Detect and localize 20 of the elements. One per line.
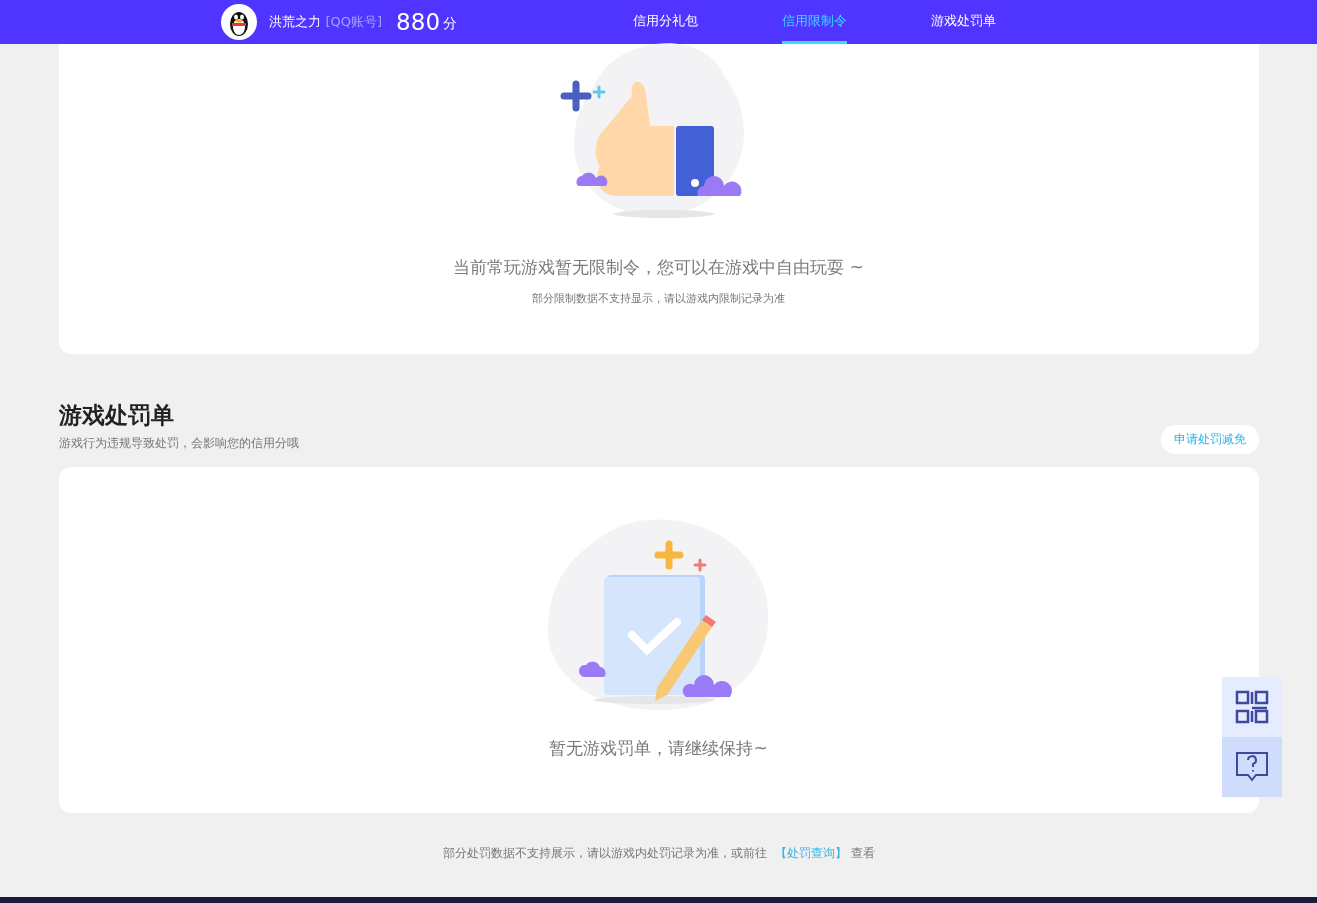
- data-note: 部分限制数据不支持显示，请以游戏内限制记录为准: [532, 291, 785, 306]
- help-speech-bubble-icon: [1235, 751, 1269, 783]
- account-type: [QQ账号]: [325, 13, 383, 31]
- section-subtitle: 游戏行为违规导致处罚，会影响您的信用分哦: [58, 435, 299, 452]
- penguin-avatar-icon: [220, 4, 257, 40]
- nav-tab[interactable]: 游戏处罚单: [931, 0, 996, 44]
- user-name: 洪荒之力: [268, 13, 321, 31]
- footer-note-end: 查看: [850, 845, 875, 862]
- qr-code-icon: [1235, 690, 1269, 724]
- empty-state-message: 暂无游戏罚单，请继续保持~: [549, 737, 768, 760]
- qr-code-button[interactable]: [1222, 677, 1282, 737]
- credit-score: 880: [396, 9, 440, 35]
- penalty-query-link[interactable]: 【处罚查询】: [774, 845, 847, 862]
- help-button[interactable]: [1222, 737, 1282, 797]
- nav-tab[interactable]: 信用分礼包: [633, 0, 698, 44]
- section-title: 游戏处罚单: [58, 401, 175, 430]
- score-unit: 分: [443, 15, 457, 33]
- appeal-button[interactable]: 申请处罚减免: [1160, 425, 1259, 454]
- footer-note: 部分处罚数据不支持展示，请以游戏内处罚记录为准，或前往: [442, 845, 767, 862]
- empty-state-message: 当前常玩游戏暂无限制令，您可以在游戏中自由玩耍 ~: [453, 256, 864, 279]
